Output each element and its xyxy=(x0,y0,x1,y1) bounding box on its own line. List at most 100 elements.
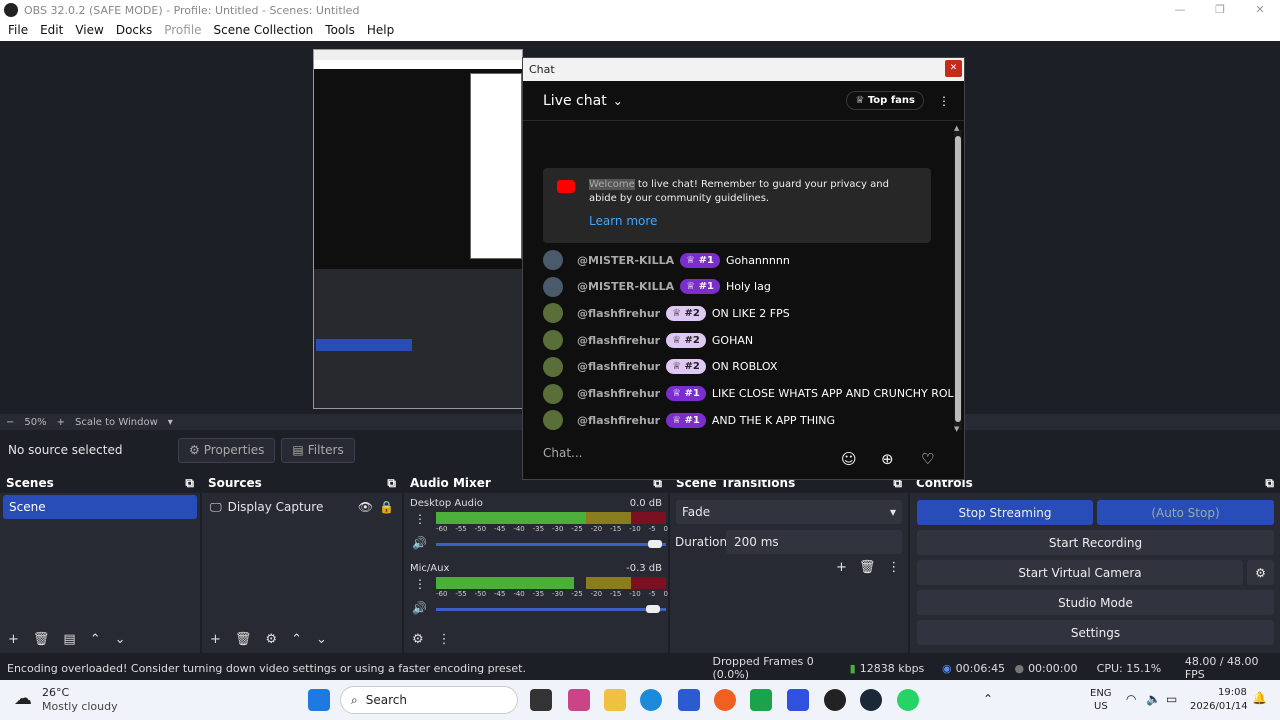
undock-icon[interactable]: ⧉ xyxy=(387,476,396,491)
menu-profile[interactable]: Profile xyxy=(158,20,207,41)
scroll-up-icon[interactable]: ▲ xyxy=(954,124,959,132)
weather-desc[interactable]: Mostly cloudy xyxy=(42,700,118,713)
scene-item[interactable]: Scene xyxy=(3,495,197,519)
chat-username[interactable]: @flashfirehur xyxy=(577,414,660,427)
chat-input[interactable]: Chat... xyxy=(543,446,843,460)
scene-filters-button[interactable]: ▤ xyxy=(63,632,75,647)
kebab-icon[interactable]: ⋮ xyxy=(414,512,426,526)
learn-more-link[interactable]: Learn more xyxy=(589,214,657,228)
chat-message[interactable]: @flashfirehur ♕ #1 AND THE K APP THING xyxy=(543,408,835,432)
volume-knob[interactable] xyxy=(646,605,660,613)
chat-message[interactable]: @flashfirehur ♕ #2 ON LIKE 2 FPS xyxy=(543,301,790,325)
close-chat-button[interactable]: ✕ xyxy=(945,60,962,77)
store-icon[interactable] xyxy=(678,689,700,711)
heart-icon[interactable]: ♡ xyxy=(921,450,934,468)
chat-username[interactable]: @flashfirehur xyxy=(577,387,660,400)
chevron-down-icon[interactable]: ⌄ xyxy=(613,94,623,108)
whatsapp-icon[interactable] xyxy=(897,689,919,711)
volume-slider[interactable] xyxy=(436,608,666,611)
file-explorer-icon[interactable] xyxy=(604,689,626,711)
move-up-button[interactable]: ⌃ xyxy=(90,632,101,647)
language[interactable]: ENG xyxy=(1090,688,1112,699)
remove-transition-button[interactable]: 🗑 xyxy=(859,560,876,575)
undock-icon[interactable]: ⧉ xyxy=(185,476,194,491)
mixer-menu-icon[interactable]: ⋮ xyxy=(438,632,451,647)
chat-username[interactable]: @MISTER-KILLA xyxy=(577,280,674,293)
emoji-icon[interactable]: ☺ xyxy=(841,450,857,468)
scroll-down-icon[interactable]: ▼ xyxy=(954,425,959,433)
duration-field[interactable]: 200 ms xyxy=(726,530,902,554)
task-view-icon[interactable] xyxy=(530,689,552,711)
edge-icon[interactable] xyxy=(640,689,662,711)
menu-help[interactable]: Help xyxy=(361,20,400,41)
notification-icon[interactable]: 🔔 xyxy=(1252,691,1267,705)
start-icon[interactable] xyxy=(308,689,330,711)
clock-time[interactable]: 19:08 xyxy=(1218,687,1247,698)
chat-menu-icon[interactable]: ⋮ xyxy=(938,94,950,108)
auto-stop-button[interactable]: (Auto Stop) xyxy=(1097,500,1274,525)
advanced-audio-icon[interactable]: ⚙ xyxy=(412,632,424,647)
volume-knob[interactable] xyxy=(648,540,662,548)
move-down-button[interactable]: ⌄ xyxy=(316,632,327,647)
move-down-button[interactable]: ⌄ xyxy=(115,632,126,647)
menu-file[interactable]: File xyxy=(2,20,34,41)
start-recording-button[interactable]: Start Recording xyxy=(917,530,1274,555)
avatar[interactable] xyxy=(543,303,563,324)
zoom-out-button[interactable]: − xyxy=(6,417,14,428)
chevron-up-icon[interactable]: ⌃ xyxy=(983,692,993,706)
chat-message[interactable]: @MISTER-KILLA ♕ #1 Holy lag xyxy=(543,275,771,299)
filters-button[interactable]: ▤ Filters xyxy=(281,437,355,463)
minimize-button[interactable]: — xyxy=(1160,0,1200,20)
undock-icon[interactable]: ⧉ xyxy=(1265,476,1274,491)
search-box[interactable]: ⌕ Search xyxy=(340,686,518,714)
copilot-icon[interactable] xyxy=(568,689,590,711)
clock-date[interactable]: 2026/01/14 xyxy=(1190,701,1248,712)
add-source-button[interactable]: + xyxy=(210,632,221,647)
steam-icon[interactable] xyxy=(860,689,882,711)
chat-message[interactable]: @flashfirehur ♕ #2 GOHAN xyxy=(543,328,753,352)
stop-streaming-button[interactable]: Stop Streaming xyxy=(917,500,1093,525)
add-transition-button[interactable]: + xyxy=(836,560,847,575)
scale-mode[interactable]: Scale to Window xyxy=(75,417,158,428)
transition-select[interactable]: Fade ▾ xyxy=(676,500,902,524)
volume-slider[interactable] xyxy=(436,543,666,546)
volume-icon[interactable]: 🔈 xyxy=(1146,692,1161,706)
chat-scroll-thumb[interactable] xyxy=(955,136,961,422)
live-chat-selector[interactable]: Live chat xyxy=(543,93,607,109)
avatar[interactable] xyxy=(543,250,563,270)
avatar[interactable] xyxy=(543,356,563,377)
obs-taskbar-icon[interactable] xyxy=(824,689,846,711)
menu-docks[interactable]: Docks xyxy=(110,20,158,41)
add-scene-button[interactable]: + xyxy=(8,632,19,647)
chat-message[interactable]: @flashfirehur ♕ #2 ON ROBLOX xyxy=(543,355,777,379)
chat-message[interactable]: @MISTER-KILLA ♕ #1 Gohannnnn xyxy=(543,248,790,272)
eye-icon[interactable]: 👁 xyxy=(358,500,373,514)
close-window-button[interactable]: ✕ xyxy=(1240,0,1280,20)
battery-icon[interactable]: ▭ xyxy=(1166,692,1177,706)
start-virtual-camera-button[interactable]: Start Virtual Camera xyxy=(917,560,1243,585)
avatar[interactable] xyxy=(543,330,563,351)
roblox-icon[interactable] xyxy=(787,689,809,711)
firefox-icon[interactable] xyxy=(714,689,736,711)
top-fans-button[interactable]: ♕ Top fans xyxy=(846,91,924,110)
menu-tools[interactable]: Tools xyxy=(319,20,361,41)
menu-view[interactable]: View xyxy=(69,20,109,41)
avatar[interactable] xyxy=(543,383,563,404)
speaker-icon[interactable]: 🔊 xyxy=(412,601,427,615)
avatar[interactable] xyxy=(543,410,563,431)
lock-icon[interactable]: 🔒 xyxy=(379,500,394,514)
virtual-camera-settings-button[interactable]: ⚙ xyxy=(1247,560,1274,585)
add-circle-icon[interactable]: ⊕ xyxy=(881,450,894,468)
kebab-icon[interactable]: ⋮ xyxy=(414,577,426,591)
chevron-down-icon[interactable]: ▾ xyxy=(168,417,173,428)
source-item[interactable]: 🖵 Display Capture 👁 🔒 xyxy=(202,493,402,521)
studio-mode-button[interactable]: Studio Mode xyxy=(917,590,1274,615)
chat-username[interactable]: @flashfirehur xyxy=(577,307,660,320)
chat-scrollbar[interactable] xyxy=(954,130,962,430)
chat-username[interactable]: @flashfirehur xyxy=(577,334,660,347)
chat-username[interactable]: @flashfirehur xyxy=(577,360,660,373)
maximize-button[interactable]: ❐ xyxy=(1200,0,1240,20)
remove-source-button[interactable]: 🗑 xyxy=(235,632,252,647)
properties-button[interactable]: ⚙ Properties xyxy=(178,437,276,463)
transition-menu-icon[interactable]: ⋮ xyxy=(887,560,900,575)
